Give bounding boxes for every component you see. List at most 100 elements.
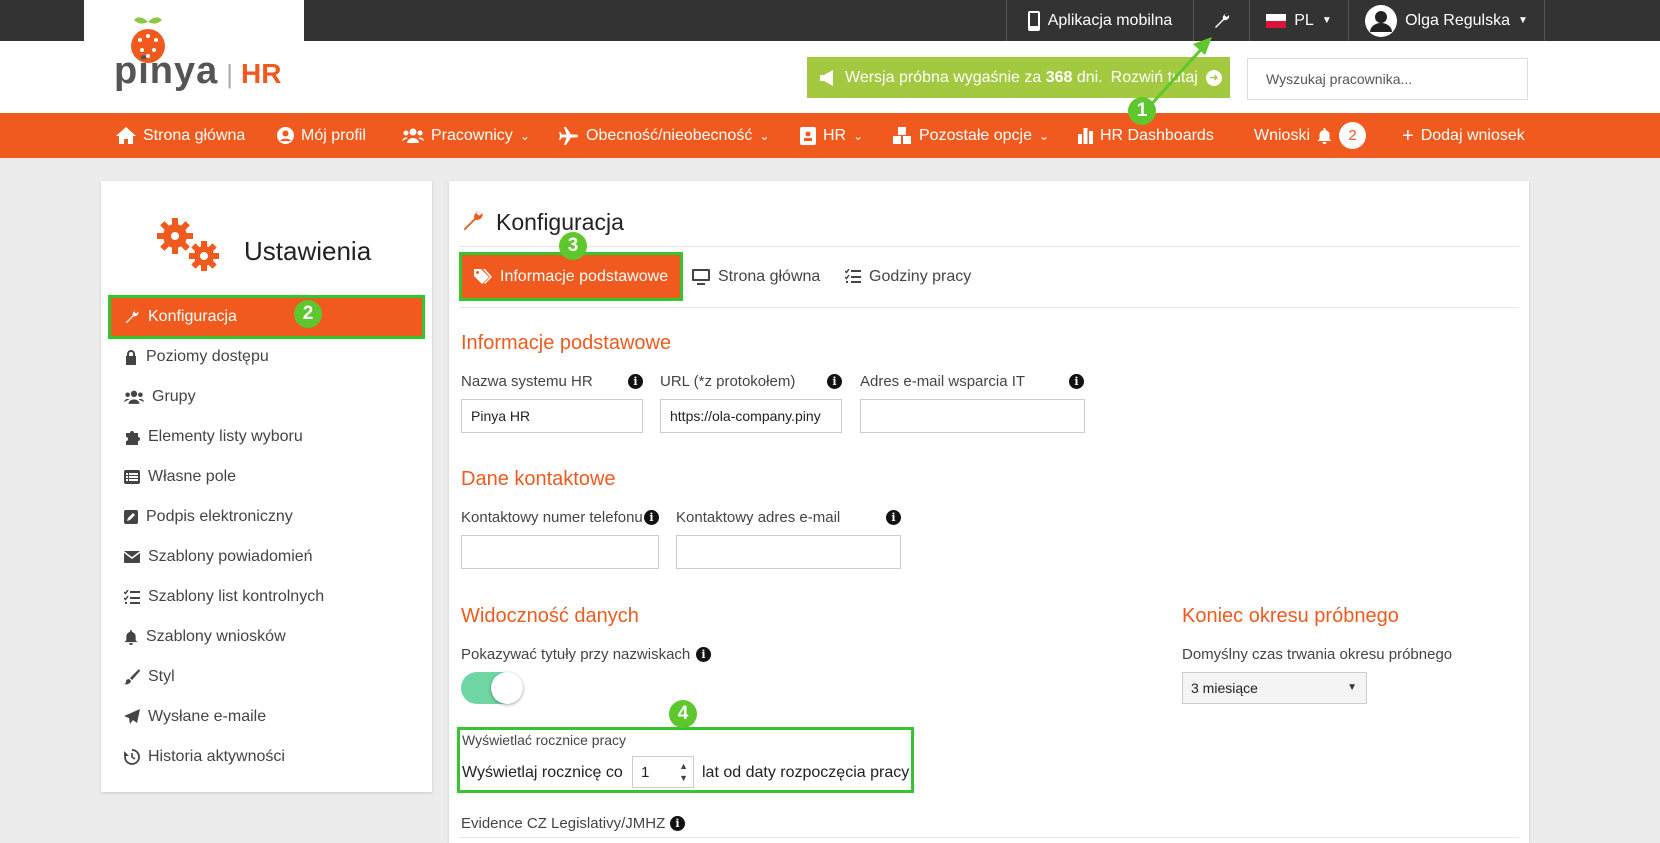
anniversary-years-value: 1 [641, 764, 650, 781]
divider [459, 837, 1519, 838]
gears-icon [157, 218, 219, 271]
nav-requests-label: Wnioski [1254, 126, 1311, 144]
nav-employees[interactable]: Pracownicy ⌄ [402, 113, 530, 158]
logo-suffix: HR [241, 58, 282, 89]
nav-hr-label: HR [823, 126, 847, 144]
nav-attendance-label: Obecność/nieobecność [586, 126, 753, 144]
logo-separator: | [226, 59, 234, 89]
sidebar-item-label: Poziomy dostępu [146, 348, 269, 365]
wrench-icon [463, 211, 483, 231]
sidebar-item-configuration[interactable]: Konfiguracja [108, 295, 425, 339]
info-icon[interactable]: i [670, 816, 685, 831]
show-titles-toggle[interactable] [461, 672, 523, 704]
info-icon[interactable]: i [1069, 374, 1084, 389]
nav-my-profile-label: Mój profil [301, 126, 366, 144]
sidebar-item-sent-emails[interactable]: Wysłane e-maile [111, 698, 422, 736]
nav-my-profile[interactable]: Mój profil [277, 113, 366, 158]
language-dropdown[interactable]: PL ▼ [1249, 0, 1348, 41]
plane-icon [559, 126, 578, 145]
sidebar-item-e-signature[interactable]: Podpis elektroniczny [111, 498, 422, 536]
contact-email-input[interactable] [676, 535, 901, 569]
divider [459, 246, 1519, 247]
sidebar-item-picklist-elements[interactable]: Elementy listy wyboru [111, 418, 422, 456]
signature-icon [124, 510, 138, 524]
nav-requests[interactable]: Wnioski 2 [1254, 113, 1367, 158]
nav-hr[interactable]: HR ⌄ [800, 113, 863, 158]
show-titles-label: Pokazywać tytuły przy nazwiskach [461, 646, 691, 663]
sidebar-item-style[interactable]: Styl [111, 658, 422, 696]
sidebar-title: Ustawienia [244, 236, 372, 266]
url-label: URL (*z protokołem) [660, 373, 796, 390]
envelope-icon [124, 551, 140, 563]
info-icon[interactable]: i [886, 510, 901, 525]
it-support-email-input[interactable] [860, 399, 1085, 433]
caret-down-icon: ▼ [1347, 682, 1357, 693]
trial-link[interactable]: Rozwiń tutaj [1111, 69, 1198, 87]
chevron-down-icon: ⌄ [853, 128, 864, 143]
url-input[interactable] [660, 399, 842, 433]
user-circle-icon [277, 127, 294, 144]
wrench-icon [125, 310, 139, 324]
bell-icon [1317, 127, 1332, 144]
nav-other-options[interactable]: Pozostałe opcje ⌄ [892, 113, 1049, 158]
tab-basic-info[interactable]: Informacje podstawowe [458, 252, 684, 301]
nav-home[interactable]: Strona główna [116, 113, 245, 158]
basic-info-heading: Informacje podstawowe [461, 332, 672, 354]
nav-add-request[interactable]: + Dodaj wniosek [1402, 113, 1525, 158]
sidebar-item-groups[interactable]: Grupy [111, 378, 422, 416]
evidence-label: Evidence CZ Legislativy/JMHZ [461, 815, 666, 832]
configuration-panel: Konfiguracja Informacje podstawowe Stron… [449, 181, 1529, 843]
contact-phone-input[interactable] [461, 535, 659, 569]
tab-home-page[interactable]: Strona główna [692, 255, 820, 298]
info-icon[interactable]: i [628, 374, 643, 389]
chevron-down-icon: ⌄ [1038, 128, 1050, 143]
user-menu[interactable]: Olga Regulska ▼ [1348, 0, 1545, 41]
info-icon[interactable]: i [644, 510, 659, 525]
employee-search-input[interactable] [1247, 58, 1528, 100]
monitor-icon [692, 268, 710, 285]
probation-duration-value: 3 miesiące [1191, 680, 1258, 696]
chevron-down-icon: ⌄ [519, 128, 530, 143]
tab-label: Informacje podstawowe [500, 267, 669, 285]
info-icon[interactable]: i [696, 647, 711, 662]
brush-icon [124, 669, 140, 685]
trial-text-before: Wersja próbna wygaśnie za [845, 68, 1046, 86]
sidebar-item-notification-templates[interactable]: Szablony powiadomień [111, 538, 422, 576]
sidebar-item-activity-history[interactable]: Historia aktywności [111, 738, 422, 776]
probation-duration-select[interactable]: 3 miesiące ▼ [1182, 672, 1367, 704]
tab-working-hours[interactable]: Godziny pracy [845, 255, 971, 298]
id-card-icon [800, 126, 816, 145]
sidebar-item-custom-field[interactable]: Własne pole [111, 458, 422, 496]
annotation-marker-1: 1 [1128, 97, 1156, 125]
trial-days: 368 [1045, 68, 1073, 86]
nav-home-label: Strona główna [143, 126, 246, 144]
sidebar-item-access-levels[interactable]: Poziomy dostępu [111, 338, 422, 376]
anniversary-suffix: lat od daty rozpoczęcia pracy [702, 764, 910, 781]
tags-icon [474, 268, 492, 284]
anniversary-years-stepper[interactable]: 1 ▲ ▼ [632, 756, 694, 788]
bell-icon [124, 629, 138, 645]
caret-down-icon: ▼ [1321, 15, 1332, 26]
annotation-marker-3: 3 [559, 232, 587, 260]
contact-email-label: Kontaktowy adres e-mail [676, 509, 841, 526]
main-nav: Strona główna Mój profil Pracownicy ⌄ Ob… [0, 113, 1660, 158]
anniversary-label: Wyświetlać rocznice pracy [462, 732, 627, 748]
nav-attendance[interactable]: Obecność/nieobecność ⌄ [559, 113, 769, 158]
stepper-arrows-icon[interactable]: ▲ ▼ [679, 760, 688, 784]
hr-system-name-input[interactable] [461, 399, 643, 433]
requests-count-badge: 2 [1339, 122, 1367, 149]
sidebar-item-request-templates[interactable]: Szablony wniosków [111, 618, 422, 656]
sidebar-item-checklist-templates[interactable]: Szablony list kontrolnych [111, 578, 422, 616]
mobile-app-link[interactable]: Aplikacja mobilna [1006, 0, 1193, 41]
settings-wrench-button[interactable] [1193, 0, 1249, 41]
sidebar-item-label: Szablony list kontrolnych [148, 588, 325, 605]
info-icon[interactable]: i [827, 374, 842, 389]
poland-flag-icon [1266, 13, 1287, 28]
wrench-icon [1214, 13, 1229, 28]
trial-banner[interactable]: Wersja próbna wygaśnie za 368 dni. Rozwi… [807, 57, 1230, 98]
settings-sidebar: Ustawienia Konfiguracja Poziomy dostępu … [101, 181, 432, 792]
probation-end-heading: Koniec okresu próbnego [1182, 605, 1399, 627]
mobile-phone-icon [1027, 10, 1040, 31]
logo[interactable]: pinya | HR [84, 0, 304, 113]
lock-icon [126, 350, 136, 365]
